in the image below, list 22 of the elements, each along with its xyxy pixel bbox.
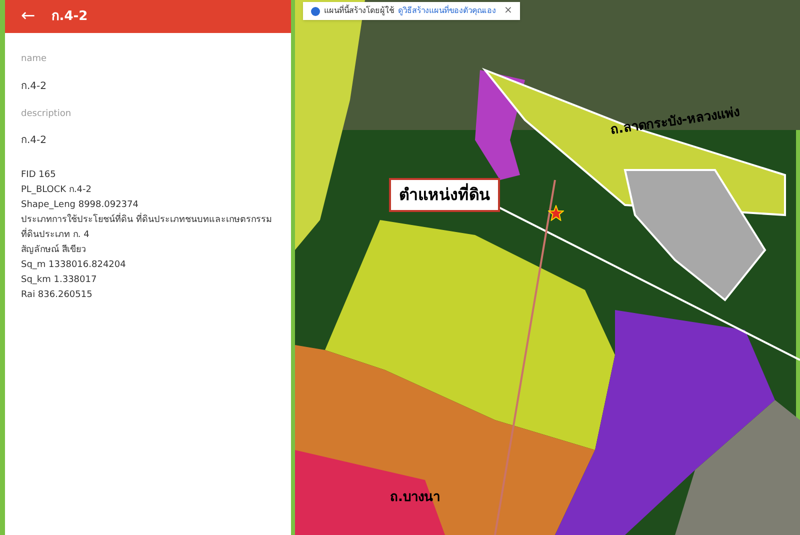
attribute-line: PL_BLOCK ก.4-2: [21, 184, 93, 197]
location-callout: ตำแหน่งที่ดิน: [389, 178, 500, 212]
attribute-line: Sq_km 1.338017: [21, 274, 98, 287]
attribute-line: ประเภทการใช้ประโยชน์ที่ดิน ที่ดินประเภทชนบทและเกษตรกรรม: [21, 213, 275, 228]
field-value: ก.4-2: [21, 80, 48, 94]
road-label: ถ.บางนา: [390, 489, 440, 507]
attribute-line: Sq_m 1338016.824204: [21, 259, 127, 272]
info-icon: [311, 6, 320, 16]
close-button[interactable]: ×: [504, 6, 512, 16]
notice-text: แผนที่นี้สร้างโดยผู้ใช้: [324, 5, 394, 17]
field-label: description: [21, 108, 72, 120]
attribute-line: FID 165: [21, 169, 57, 182]
attribute-line: Shape_Leng 8998.092374: [21, 199, 140, 212]
notice-link[interactable]: ดูวิธีสร้างแผนที่ของตัวคุณเอง: [398, 5, 496, 17]
attribute-line: ที่ดินประเภท ก. 4: [21, 228, 275, 243]
field-label: name: [21, 53, 48, 66]
attribute-line: สัญลักษณ์ สีเขียว: [21, 243, 87, 257]
field-value: ก.4-2: [21, 134, 48, 148]
star-marker-icon: [548, 205, 564, 221]
header-title: ก.4-2: [51, 8, 88, 26]
attribute-line: Rai 836.260515: [21, 289, 94, 302]
back-button[interactable]: ←: [21, 8, 36, 25]
